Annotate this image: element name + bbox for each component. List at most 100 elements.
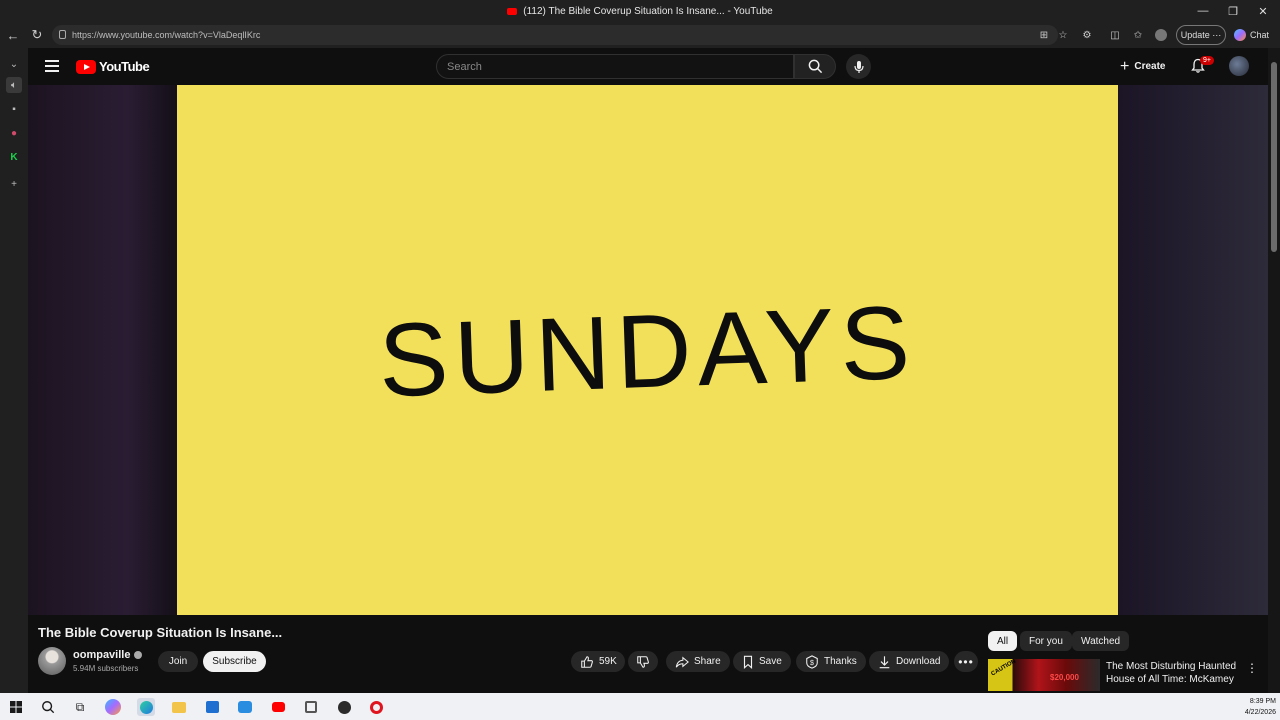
photos-app-icon[interactable] (302, 698, 320, 716)
steam-app-icon[interactable] (335, 698, 353, 716)
back-arrow-icon[interactable]: ← (5, 27, 21, 43)
kick-tab-icon[interactable]: K (6, 149, 22, 165)
add-tab-icon[interactable]: + (6, 176, 22, 192)
youtube-logo[interactable]: YouTube (76, 59, 150, 74)
clock-time: 8:39 PM (1249, 698, 1276, 705)
search-button[interactable] (794, 54, 836, 79)
join-button[interactable]: Join (158, 651, 198, 672)
search-input[interactable]: Search (436, 54, 794, 79)
browser-sidebar: ⌄ 🔈︎ ▪ ● K + (0, 48, 28, 693)
search-icon (808, 59, 822, 74)
youtube-logo-text: YouTube (99, 59, 150, 74)
voice-search-button[interactable] (846, 54, 871, 79)
thumbs-up-icon (581, 655, 593, 668)
account-avatar[interactable] (1229, 56, 1249, 76)
like-count: 59K (599, 656, 617, 667)
notification-badge: 9+ (1200, 56, 1214, 65)
opera-browser-icon[interactable] (367, 698, 385, 716)
chip-for-you[interactable]: For you (1020, 631, 1072, 651)
update-label: Update (1180, 30, 1210, 40)
window-title: (112) The Bible Coverup Situation Is Ins… (523, 5, 773, 17)
tab-icon[interactable]: ▪ (6, 101, 22, 117)
like-button[interactable]: 59K (571, 651, 625, 672)
browser-toolbar: ← ↻ https://www.youtube.com/watch?v=VlaD… (0, 22, 1280, 48)
close-button[interactable]: ✕ (1248, 0, 1278, 22)
youtube-play-icon (76, 59, 96, 74)
thanks-label: Thanks (824, 656, 857, 667)
youtube-app-icon[interactable] (269, 698, 287, 716)
address-bar[interactable]: https://www.youtube.com/watch?v=VlaDeqlI… (52, 25, 1058, 45)
hamburger-menu-icon[interactable] (45, 60, 59, 72)
page-scrollbar[interactable] (1268, 48, 1280, 693)
mail-app-icon[interactable] (236, 698, 254, 716)
chat-label: Chat (1250, 30, 1270, 40)
copilot-taskbar-icon[interactable] (105, 699, 121, 715)
download-icon (879, 655, 890, 668)
thanks-button[interactable]: $ Thanks (796, 651, 866, 672)
file-explorer-icon[interactable] (170, 698, 188, 716)
thumbnail-money-text: $20,000 (1050, 673, 1079, 682)
task-view-icon[interactable]: ⧉ (71, 698, 89, 716)
update-button[interactable]: Update ⋯ (1176, 25, 1226, 45)
chevron-down-icon[interactable]: ⌄ (6, 56, 22, 72)
create-button[interactable]: + Create (1120, 56, 1165, 77)
favorite-star-icon[interactable]: ☆ (1057, 29, 1069, 41)
verified-icon (134, 651, 143, 659)
channel-avatar[interactable] (38, 647, 66, 675)
video-player[interactable]: SUNDAYS (177, 85, 1118, 615)
more-vertical-icon[interactable]: ⋮ (1246, 661, 1258, 675)
profile-avatar-icon[interactable] (1155, 29, 1167, 41)
minimize-button[interactable]: — (1188, 0, 1218, 22)
chip-watched[interactable]: Watched (1072, 631, 1130, 651)
copilot-icon (1234, 29, 1246, 41)
related-video-thumbnail[interactable]: CAUTION $20,000 (988, 659, 1100, 691)
edge-browser-icon[interactable] (137, 698, 155, 716)
favorites-icon[interactable]: ✩ (1132, 29, 1144, 41)
split-screen-icon[interactable]: ◫ (1109, 29, 1121, 41)
save-button[interactable]: Save (733, 651, 791, 672)
thanks-dollar-icon: $ (806, 654, 818, 669)
more-actions-button[interactable]: ••• (954, 651, 978, 672)
taskbar-search-icon[interactable] (39, 698, 57, 716)
lock-icon (59, 30, 66, 39)
system-clock[interactable]: 8:39 PM 4/22/2026 (1236, 696, 1276, 718)
restore-button[interactable]: ❐ (1218, 0, 1248, 22)
sundays-word: SUNDAYS (377, 285, 918, 420)
channel-name[interactable]: oompaville (73, 649, 143, 661)
share-label: Share (694, 656, 721, 667)
save-label: Save (759, 656, 782, 667)
microsoft-store-icon[interactable] (203, 698, 221, 716)
thumbnail-caution-text: CAUTION (990, 659, 1018, 678)
windows-start-icon[interactable] (7, 698, 25, 716)
video-title: The Bible Coverup Situation Is Insane... (38, 625, 283, 640)
search-placeholder: Search (447, 60, 482, 73)
url-text: https://www.youtube.com/watch?v=VlaDeqlI… (72, 30, 261, 40)
apps-icon[interactable]: ⊞ (1038, 29, 1050, 41)
microphone-icon (853, 60, 864, 73)
speaker-icon[interactable]: 🔈︎ (6, 77, 22, 93)
more-horizontal-icon: ••• (958, 654, 974, 669)
video-frame-text: SUNDAYS (377, 285, 918, 420)
youtube-favicon-icon (507, 7, 518, 15)
scrollbar-thumb[interactable] (1271, 62, 1277, 252)
extensions-icon[interactable]: ⚙ (1081, 29, 1093, 41)
channel-name-text: oompaville (73, 649, 131, 661)
youtube-header: YouTube Search + Create 9+ (28, 48, 1268, 85)
refresh-icon[interactable]: ↻ (29, 27, 45, 43)
share-button[interactable]: Share (666, 651, 730, 672)
download-label: Download (896, 656, 941, 667)
subscriber-count: 5.94M subscribers (73, 664, 139, 673)
create-label: Create (1134, 61, 1166, 72)
chip-all[interactable]: All (988, 631, 1018, 651)
windows-taskbar: ⧉ 8:39 PM 4/22/2026 (0, 693, 1280, 720)
dislike-button[interactable] (628, 651, 658, 672)
copilot-chat-button[interactable]: Chat (1234, 25, 1269, 45)
plus-icon: + (1120, 57, 1130, 75)
clock-date: 4/22/2026 (1244, 709, 1276, 716)
svg-text:$: $ (810, 660, 814, 667)
bookmark-icon (743, 655, 753, 669)
subscribe-button[interactable]: Subscribe (203, 651, 266, 672)
share-icon (675, 656, 689, 668)
tab-icon-2[interactable]: ● (6, 125, 22, 141)
download-button[interactable]: Download (869, 651, 950, 672)
